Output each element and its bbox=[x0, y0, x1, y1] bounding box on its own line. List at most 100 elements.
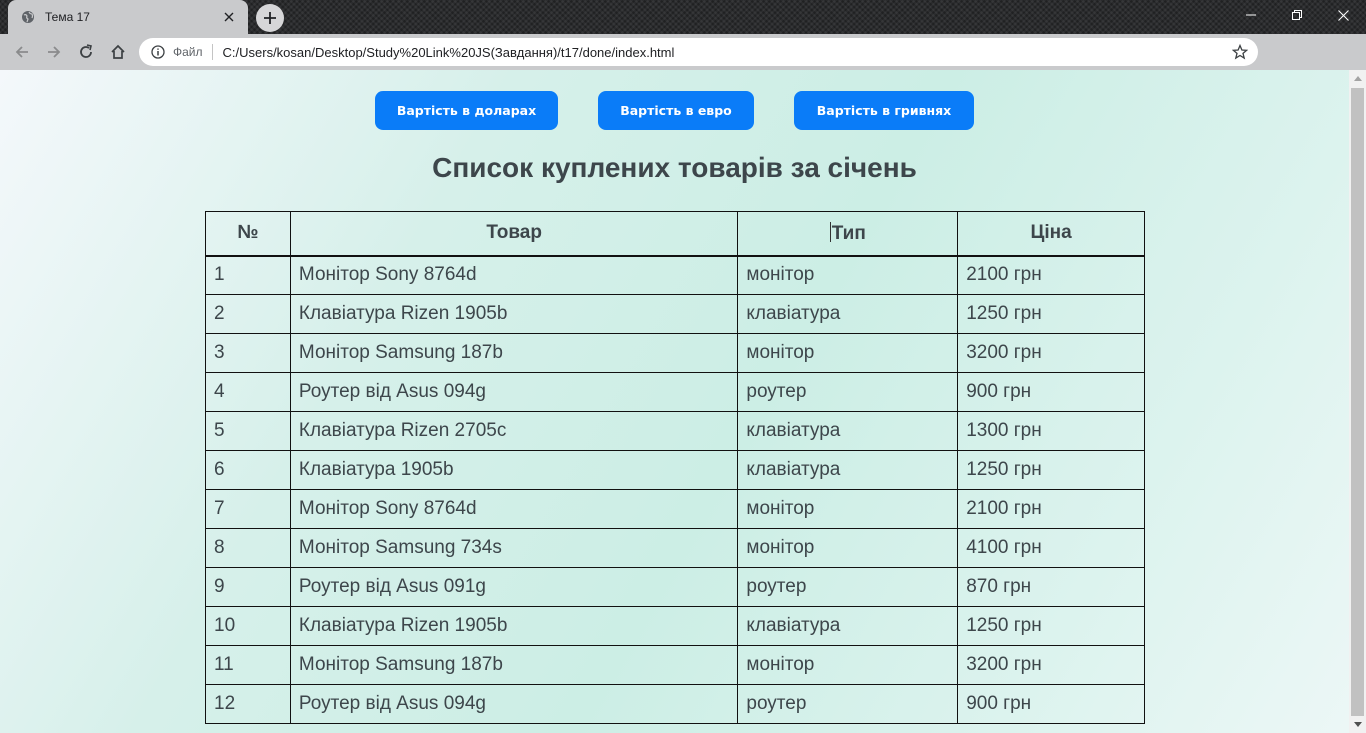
cell-type: клавіатура bbox=[737, 606, 959, 646]
column-header-price[interactable]: Ціна bbox=[957, 211, 1145, 257]
browser-tab[interactable]: Тема 17 bbox=[8, 0, 248, 34]
cell-price: 1300 грн bbox=[957, 411, 1145, 451]
cell-number: 8 bbox=[205, 528, 291, 568]
reload-icon bbox=[80, 44, 92, 58]
header-row: № Товар Тип Ціна bbox=[205, 211, 1145, 257]
column-header-product[interactable]: Товар bbox=[289, 211, 739, 257]
home-icon bbox=[111, 44, 125, 59]
table-row: 8 Монітор Samsung 734s монітор 4100 грн bbox=[205, 528, 1145, 568]
cell-price: 900 грн bbox=[957, 372, 1145, 412]
cell-product: Клавіатура 1905b bbox=[289, 450, 739, 490]
file-scheme-label: Файл bbox=[173, 45, 203, 59]
table-row: 2 Клавіатура Rizen 1905b клавіатура 1250 гр… bbox=[205, 294, 1145, 334]
table-row: 5 Клавіатура Rizen 2705c клавіатура 1300 гр… bbox=[205, 411, 1145, 451]
minimize-button[interactable] bbox=[1228, 0, 1274, 30]
reload-button[interactable] bbox=[74, 40, 98, 64]
cell-price: 3200 грн bbox=[957, 333, 1145, 373]
cell-number: 4 bbox=[205, 372, 291, 412]
cell-number: 6 bbox=[205, 450, 291, 490]
table-header: № Товар Тип Ціна bbox=[205, 211, 1145, 257]
column-header-number[interactable]: № bbox=[205, 211, 291, 257]
back-button[interactable] bbox=[10, 40, 34, 64]
arrow-right-icon bbox=[48, 46, 61, 58]
cell-product: Клавіатура Rizen 1905b bbox=[289, 294, 739, 334]
cell-type: монітор bbox=[737, 333, 959, 373]
cell-type: монітор bbox=[737, 528, 959, 568]
cell-price: 1250 грн bbox=[957, 450, 1145, 490]
restore-button[interactable] bbox=[1274, 0, 1320, 30]
cell-type: монітор bbox=[737, 255, 959, 295]
cell-product: Монітор Sony 8764d bbox=[289, 489, 739, 529]
browser-toolbar: Файл C:/Users/kosan/Desktop/Study%20Link… bbox=[0, 34, 1366, 97]
home-button[interactable] bbox=[106, 40, 130, 64]
currency-buttons: Вартість в доларах Вартість в евро Варті… bbox=[0, 91, 1349, 131]
cell-product: Клавіатура Rizen 1905b bbox=[289, 606, 739, 646]
cell-type: монітор bbox=[737, 489, 959, 529]
eur-price-button[interactable]: Вартість в евро bbox=[598, 91, 754, 130]
table-body: 1 Монітор Sony 8764d монітор 2100 грн 2 Клаві… bbox=[205, 255, 1145, 724]
cell-type: роутер bbox=[737, 372, 959, 412]
scrollbar-thumb[interactable] bbox=[1351, 88, 1364, 716]
cell-number: 5 bbox=[205, 411, 291, 451]
cell-price: 2100 грн bbox=[957, 255, 1145, 295]
cell-product: Роутер від Asus 091g bbox=[289, 567, 739, 607]
new-tab-button[interactable] bbox=[256, 4, 284, 32]
restore-icon bbox=[1292, 10, 1302, 20]
goods-table: № Товар Тип Ціна 1 Монітор Sony 8764d моні… bbox=[205, 211, 1145, 724]
cell-product: Монітор Samsung 187b bbox=[289, 645, 739, 685]
star-icon[interactable] bbox=[1232, 44, 1248, 60]
cell-product: Монітор Samsung 187b bbox=[289, 333, 739, 373]
table-row: 10 Клавіатура Rizen 1905b клавіатура 1250 г… bbox=[205, 606, 1145, 646]
cell-type: клавіатура bbox=[737, 450, 959, 490]
scroll-up-arrow[interactable] bbox=[1349, 70, 1366, 87]
url-text[interactable]: C:/Users/kosan/Desktop/Study%20Link%20JS… bbox=[223, 45, 675, 60]
cell-number: 11 bbox=[205, 645, 291, 685]
page-title: Список куплених товарів за січень bbox=[432, 152, 917, 183]
table-row: 1 Монітор Sony 8764d монітор 2100 грн bbox=[205, 255, 1145, 295]
cell-number: 3 bbox=[205, 333, 291, 373]
cell-number: 10 bbox=[205, 606, 291, 646]
cell-price: 4100 грн bbox=[957, 528, 1145, 568]
cell-product: Роутер від Asus 094g bbox=[289, 372, 739, 412]
address-bar[interactable]: Файл C:/Users/kosan/Desktop/Study%20Link… bbox=[139, 38, 1258, 66]
scroll-down-arrow[interactable] bbox=[1349, 716, 1366, 733]
table-row: 4 Роутер від Asus 094g роутер 900 грн bbox=[205, 372, 1145, 412]
tab-title: Тема 17 bbox=[45, 10, 90, 24]
cell-price: 1250 грн bbox=[957, 294, 1145, 334]
table-row: 6 Клавіатура 1905b клавіатура 1250 грн bbox=[205, 450, 1145, 490]
cell-price: 1250 грн bbox=[957, 606, 1145, 646]
cell-number: 9 bbox=[205, 567, 291, 607]
table-row: 11 Монітор Samsung 187b монітор 3200 грн bbox=[205, 645, 1145, 685]
column-header-type-label: Тип bbox=[831, 222, 866, 244]
close-icon[interactable] bbox=[220, 8, 238, 26]
cell-product: Монітор Samsung 734s bbox=[289, 528, 739, 568]
cell-product: Клавіатура Rizen 2705c bbox=[289, 411, 739, 451]
cell-type: клавіатура bbox=[737, 411, 959, 451]
close-window-button[interactable] bbox=[1320, 0, 1366, 30]
table-row: 9 Роутер від Asus 091g роутер 870 грн bbox=[205, 567, 1145, 607]
close-icon bbox=[1337, 9, 1349, 21]
chevron-up-icon bbox=[1353, 76, 1362, 81]
vertical-scrollbar[interactable] bbox=[1349, 70, 1366, 733]
table-row: 12 Роутер від Asus 094g роутер 900 грн bbox=[205, 684, 1145, 724]
arrow-left-icon bbox=[15, 46, 28, 58]
cell-type: роутер bbox=[737, 684, 959, 724]
uah-price-button[interactable]: Вартість в гривнях bbox=[794, 91, 974, 130]
text-cursor bbox=[829, 221, 831, 242]
table-row: 3 Монітор Samsung 187b монітор 3200 грн bbox=[205, 333, 1145, 373]
forward-button[interactable] bbox=[42, 40, 66, 64]
cell-type: монітор bbox=[737, 645, 959, 685]
usd-price-button[interactable]: Вартість в доларах bbox=[375, 91, 558, 130]
table-row: 7 Монітор Sony 8764d монітор 2100 грн bbox=[205, 489, 1145, 529]
minimize-icon bbox=[1246, 14, 1256, 16]
page-viewport: Вартість в доларах Вартість в евро Варті… bbox=[0, 70, 1349, 733]
globe-icon bbox=[20, 9, 36, 25]
browser-titlebar: Тема 17 bbox=[0, 0, 1366, 34]
cell-product: Монітор Sony 8764d bbox=[289, 255, 739, 295]
cell-number: 2 bbox=[205, 294, 291, 334]
info-icon[interactable] bbox=[151, 45, 165, 59]
column-header-type[interactable]: Тип bbox=[737, 211, 959, 257]
plus-icon bbox=[264, 12, 276, 24]
cell-price: 2100 грн bbox=[957, 489, 1145, 529]
cell-product: Роутер від Asus 094g bbox=[289, 684, 739, 724]
